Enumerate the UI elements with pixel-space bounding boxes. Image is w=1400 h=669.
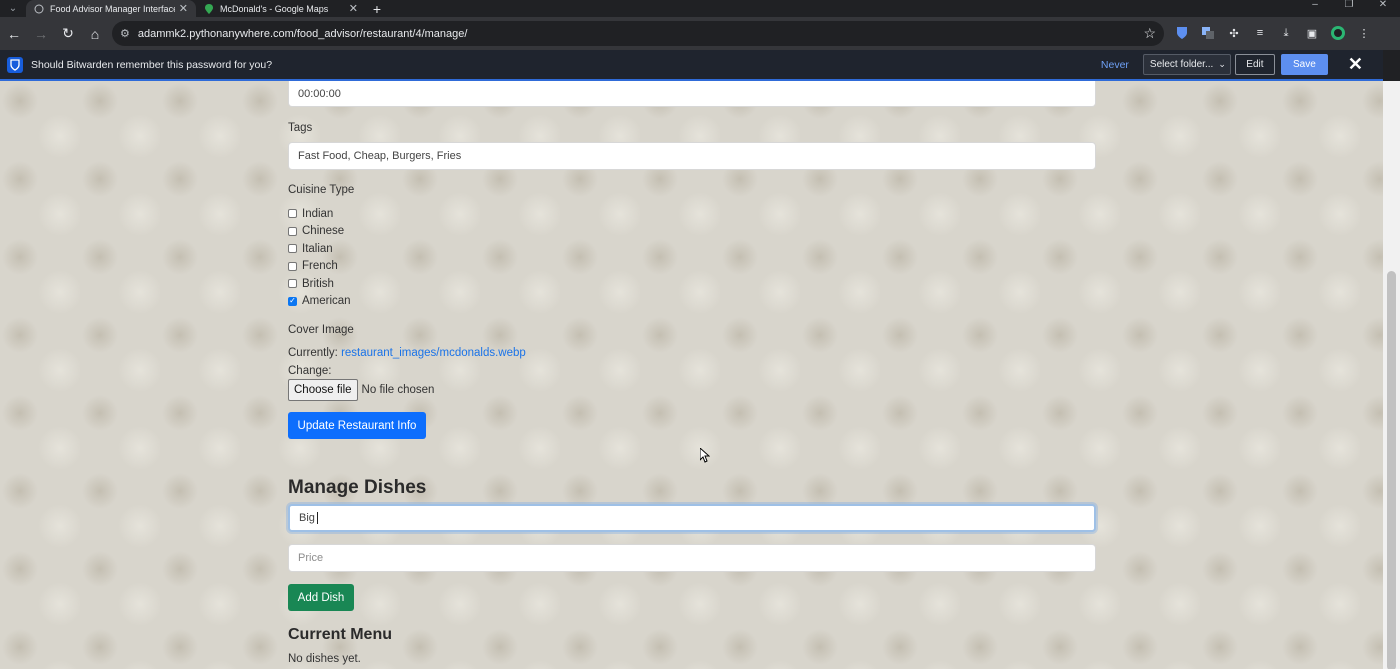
- edit-button[interactable]: Edit: [1234, 54, 1275, 75]
- extensions-puzzle-icon[interactable]: ✣: [1224, 23, 1244, 43]
- cuisine-option-label: French: [302, 260, 338, 273]
- never-button[interactable]: Never: [1101, 59, 1129, 71]
- address-bar[interactable]: ⚙ adammk2.pythonanywhere.com/food_adviso…: [112, 21, 1164, 46]
- cuisine-option-french[interactable]: French: [288, 258, 351, 276]
- extension-icons: ✣ ≡ ⤓ ▣ ⋮: [1172, 23, 1374, 43]
- current-menu-heading: Current Menu: [288, 626, 392, 643]
- maps-pin-icon: [204, 3, 214, 14]
- back-icon[interactable]: ←: [1, 21, 27, 47]
- price-placeholder: Price: [298, 552, 324, 564]
- folder-select[interactable]: Select folder... ⌄: [1142, 54, 1231, 75]
- file-picker: Choose file No file chosen: [288, 379, 434, 401]
- chevron-down-icon: ⌄: [8, 3, 18, 14]
- forward-icon[interactable]: →: [28, 21, 54, 47]
- bitwarden-extension-icon[interactable]: [1172, 23, 1192, 43]
- checkbox[interactable]: [288, 209, 297, 219]
- cuisine-option-label: Chinese: [302, 225, 345, 238]
- cuisine-checkbox-list: Indian Chinese Italian French British ✓ A…: [288, 205, 351, 310]
- browser-toolbar: ← → ↻ ⌂ ⚙ adammk2.pythonanywhere.com/foo…: [0, 17, 1400, 50]
- close-window-icon[interactable]: ✕: [1366, 0, 1400, 17]
- cuisine-option-label: Indian: [302, 207, 334, 220]
- cuisine-option-label: British: [302, 277, 334, 290]
- bookmark-star-icon[interactable]: ☆: [1143, 25, 1156, 42]
- mouse-cursor-icon: [699, 446, 711, 469]
- bitwarden-message: Should Bitwarden remember this password …: [31, 58, 273, 71]
- home-icon[interactable]: ⌂: [82, 21, 108, 47]
- side-panel-icon[interactable]: ▣: [1302, 23, 1322, 43]
- window-controls: – ❐ ✕: [1298, 0, 1400, 17]
- cuisine-option-chinese[interactable]: Chinese: [288, 223, 351, 241]
- checkbox[interactable]: [288, 244, 297, 254]
- close-tab-icon[interactable]: ✕: [349, 2, 358, 15]
- current-image-row: Currently: restaurant_images/mcdonalds.w…: [288, 347, 526, 359]
- tab-title: Food Advisor Manager Interface: [50, 3, 175, 14]
- media-controls-icon[interactable]: ≡: [1250, 23, 1270, 43]
- tags-input[interactable]: Fast Food, Cheap, Burgers, Fries: [288, 142, 1096, 170]
- checkbox[interactable]: [288, 226, 297, 236]
- manage-dishes-heading: Manage Dishes: [288, 477, 427, 498]
- menu-icon[interactable]: ⋮: [1354, 23, 1374, 43]
- add-dish-button[interactable]: Add Dish: [288, 584, 354, 611]
- cuisine-option-italian[interactable]: Italian: [288, 240, 351, 258]
- profile-avatar[interactable]: [1328, 23, 1348, 43]
- page-viewport: 00:00:00 Tags Fast Food, Cheap, Burgers,…: [0, 81, 1383, 669]
- update-restaurant-button[interactable]: Update Restaurant Info: [288, 412, 426, 439]
- tab-strip: ⌄ Food Advisor Manager Interface ✕ McDon…: [0, 0, 1400, 17]
- checkbox-checked[interactable]: ✓: [288, 296, 297, 306]
- cuisine-option-label: Italian: [302, 242, 333, 255]
- chevron-down-icon: ⌄: [1218, 59, 1226, 69]
- new-tab-button[interactable]: +: [366, 0, 388, 17]
- dish-name-input[interactable]: Big: [288, 504, 1096, 532]
- minimize-icon[interactable]: –: [1298, 0, 1332, 17]
- current-image-link[interactable]: restaurant_images/mcdonalds.webp: [341, 347, 526, 359]
- cuisine-option-indian[interactable]: Indian: [288, 205, 351, 223]
- restore-icon[interactable]: ❐: [1332, 0, 1366, 17]
- page-scrollbar[interactable]: [1383, 81, 1400, 669]
- time-input[interactable]: 00:00:00: [288, 81, 1096, 107]
- tab-title: McDonald's - Google Maps: [220, 3, 329, 14]
- price-input[interactable]: Price: [288, 544, 1096, 572]
- cuisine-option-american[interactable]: ✓ American: [288, 293, 351, 311]
- no-file-text: No file chosen: [361, 384, 435, 396]
- choose-file-button[interactable]: Choose file: [288, 379, 358, 401]
- tab-google-maps[interactable]: McDonald's - Google Maps ✕: [196, 0, 366, 17]
- cover-image-label: Cover Image: [288, 324, 354, 336]
- scrollbar-thumb[interactable]: [1387, 271, 1396, 669]
- time-input-value: 00:00:00: [298, 87, 341, 100]
- save-button[interactable]: Save: [1280, 54, 1328, 75]
- close-tab-icon[interactable]: ✕: [179, 2, 188, 15]
- dish-name-value: Big: [299, 512, 315, 524]
- folder-select-value: Select folder...: [1149, 59, 1214, 70]
- cuisine-option-british[interactable]: British: [288, 275, 351, 293]
- tab-search-button[interactable]: ⌄: [0, 0, 26, 17]
- site-info-icon[interactable]: ⚙: [120, 27, 130, 40]
- currently-label: Currently:: [288, 347, 338, 359]
- tags-input-value: Fast Food, Cheap, Burgers, Fries: [298, 150, 462, 162]
- close-icon[interactable]: ✕: [1348, 54, 1363, 75]
- url-text[interactable]: adammk2.pythonanywhere.com/food_advisor/…: [138, 28, 1144, 40]
- tab-food-advisor[interactable]: Food Advisor Manager Interface ✕: [26, 0, 196, 17]
- bitwarden-logo-icon: [7, 56, 23, 73]
- reload-icon[interactable]: ↻: [55, 21, 81, 47]
- cuisine-type-label: Cuisine Type: [288, 184, 355, 196]
- checkbox[interactable]: [288, 261, 297, 271]
- empty-menu-text: No dishes yet.: [288, 653, 361, 665]
- translate-extension-icon[interactable]: [1198, 23, 1218, 43]
- bitwarden-save-bar: Should Bitwarden remember this password …: [0, 50, 1383, 81]
- change-label: Change:: [288, 365, 332, 377]
- text-caret: [316, 512, 318, 524]
- cuisine-option-label: American: [302, 295, 351, 308]
- tags-label: Tags: [288, 122, 313, 134]
- checkbox[interactable]: [288, 279, 297, 289]
- downloads-icon[interactable]: ⤓: [1276, 23, 1296, 43]
- globe-icon: [34, 4, 44, 14]
